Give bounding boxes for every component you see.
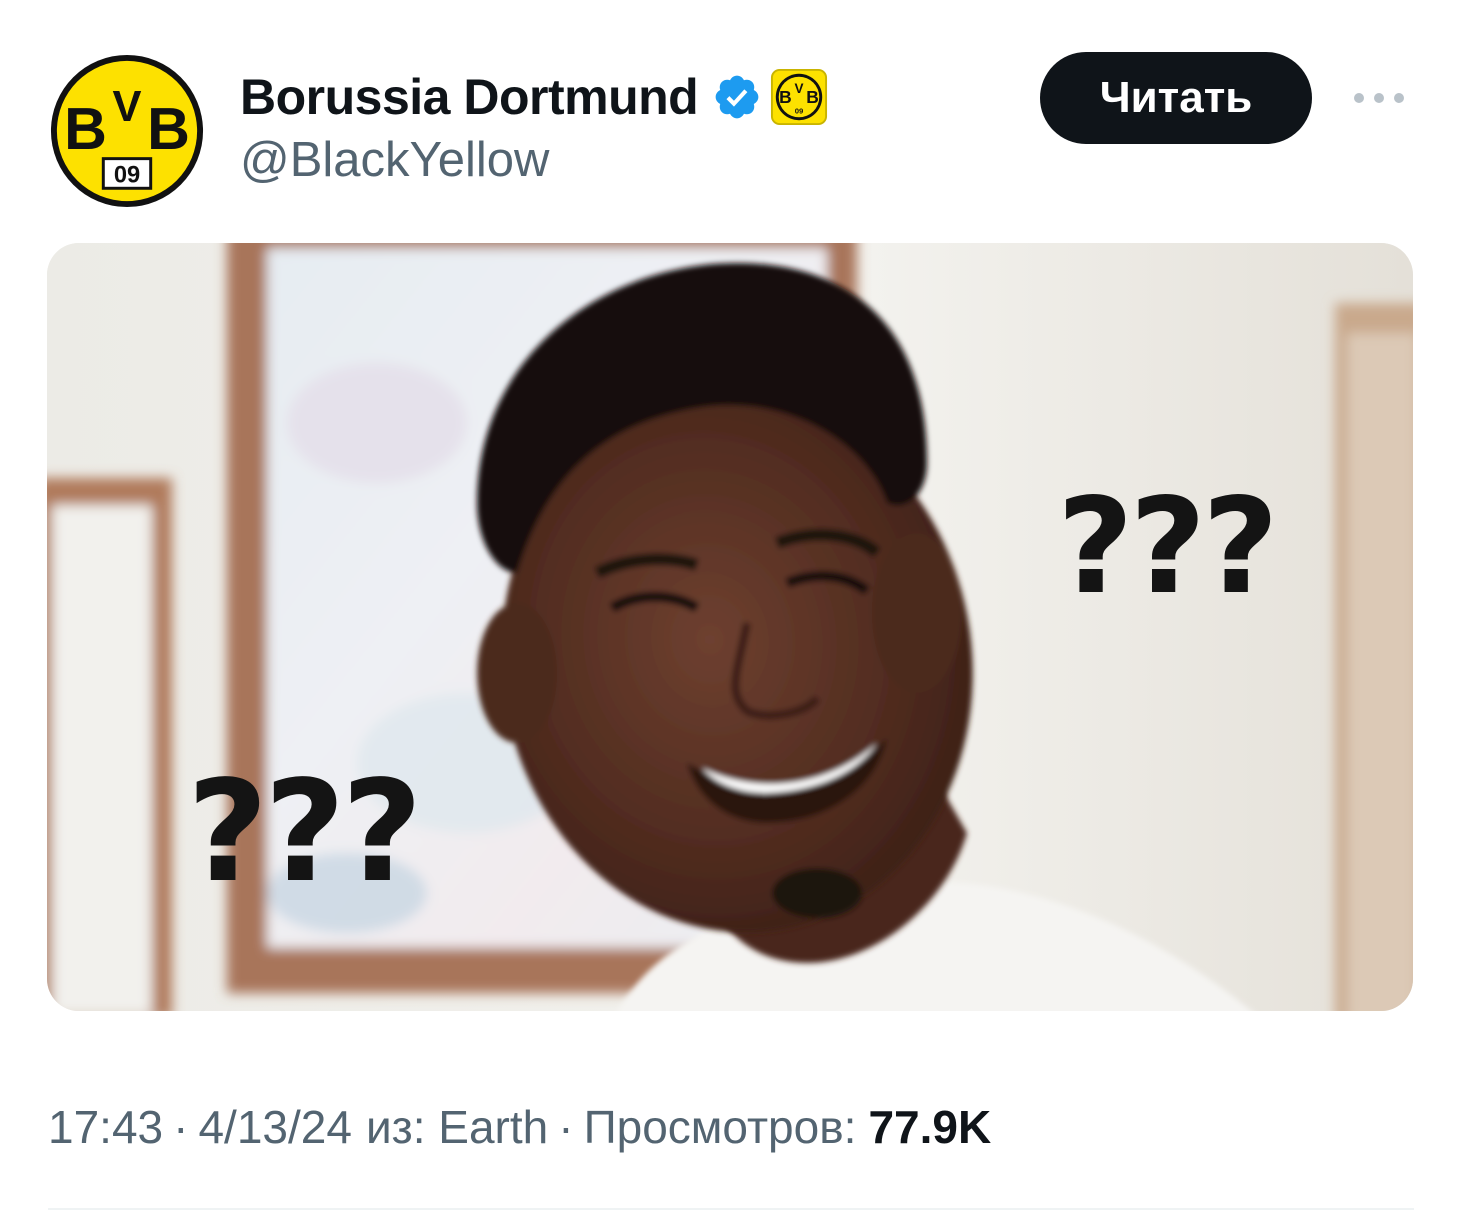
tweet-date[interactable]: 4/13/24 <box>198 1100 351 1154</box>
tweet-meta: 17:43 · 4/13/24 из: Earth · Просмотров: … <box>48 1100 991 1154</box>
bvb-logo-icon: B V B 09 <box>50 54 204 208</box>
avatar-number: 09 <box>114 162 140 188</box>
avatar[interactable]: B V B 09 <box>48 52 206 210</box>
tweet-media-image[interactable]: ??? ??? <box>47 243 1413 1011</box>
affiliate-bvb-badge-icon[interactable]: B V B 09 <box>770 68 828 126</box>
svg-text:09: 09 <box>795 106 804 115</box>
author-name-row: Borussia Dortmund B V B 09 <box>240 64 828 130</box>
svg-text:B: B <box>779 87 792 107</box>
tweet-time[interactable]: 17:43 <box>48 1100 163 1154</box>
more-options-icon[interactable] <box>1344 78 1414 118</box>
overlay-question-marks-left: ??? <box>187 751 423 914</box>
tweet: B V B 09 Borussia Dortmund B V B 09 @Bla… <box>0 0 1460 1214</box>
avatar-letter-b-right: B <box>147 95 190 162</box>
views-count[interactable]: 77.9K <box>868 1100 991 1154</box>
verified-badge-icon[interactable] <box>712 72 762 122</box>
avatar-letter-b-left: B <box>64 95 107 162</box>
tweet-source: из: Earth <box>365 1101 549 1153</box>
meta-separator: · <box>173 1101 189 1153</box>
author-display-name[interactable]: Borussia Dortmund <box>240 68 699 126</box>
svg-text:V: V <box>795 81 804 96</box>
svg-text:B: B <box>806 87 819 107</box>
divider <box>48 1208 1414 1210</box>
author-handle[interactable]: @BlackYellow <box>240 132 549 188</box>
avatar-letter-v: V <box>113 83 142 131</box>
overlay-question-marks-right: ??? <box>1057 470 1279 624</box>
meta-separator-2: · <box>558 1101 574 1153</box>
follow-button[interactable]: Читать <box>1040 52 1312 144</box>
views-label: Просмотров: <box>583 1101 857 1153</box>
